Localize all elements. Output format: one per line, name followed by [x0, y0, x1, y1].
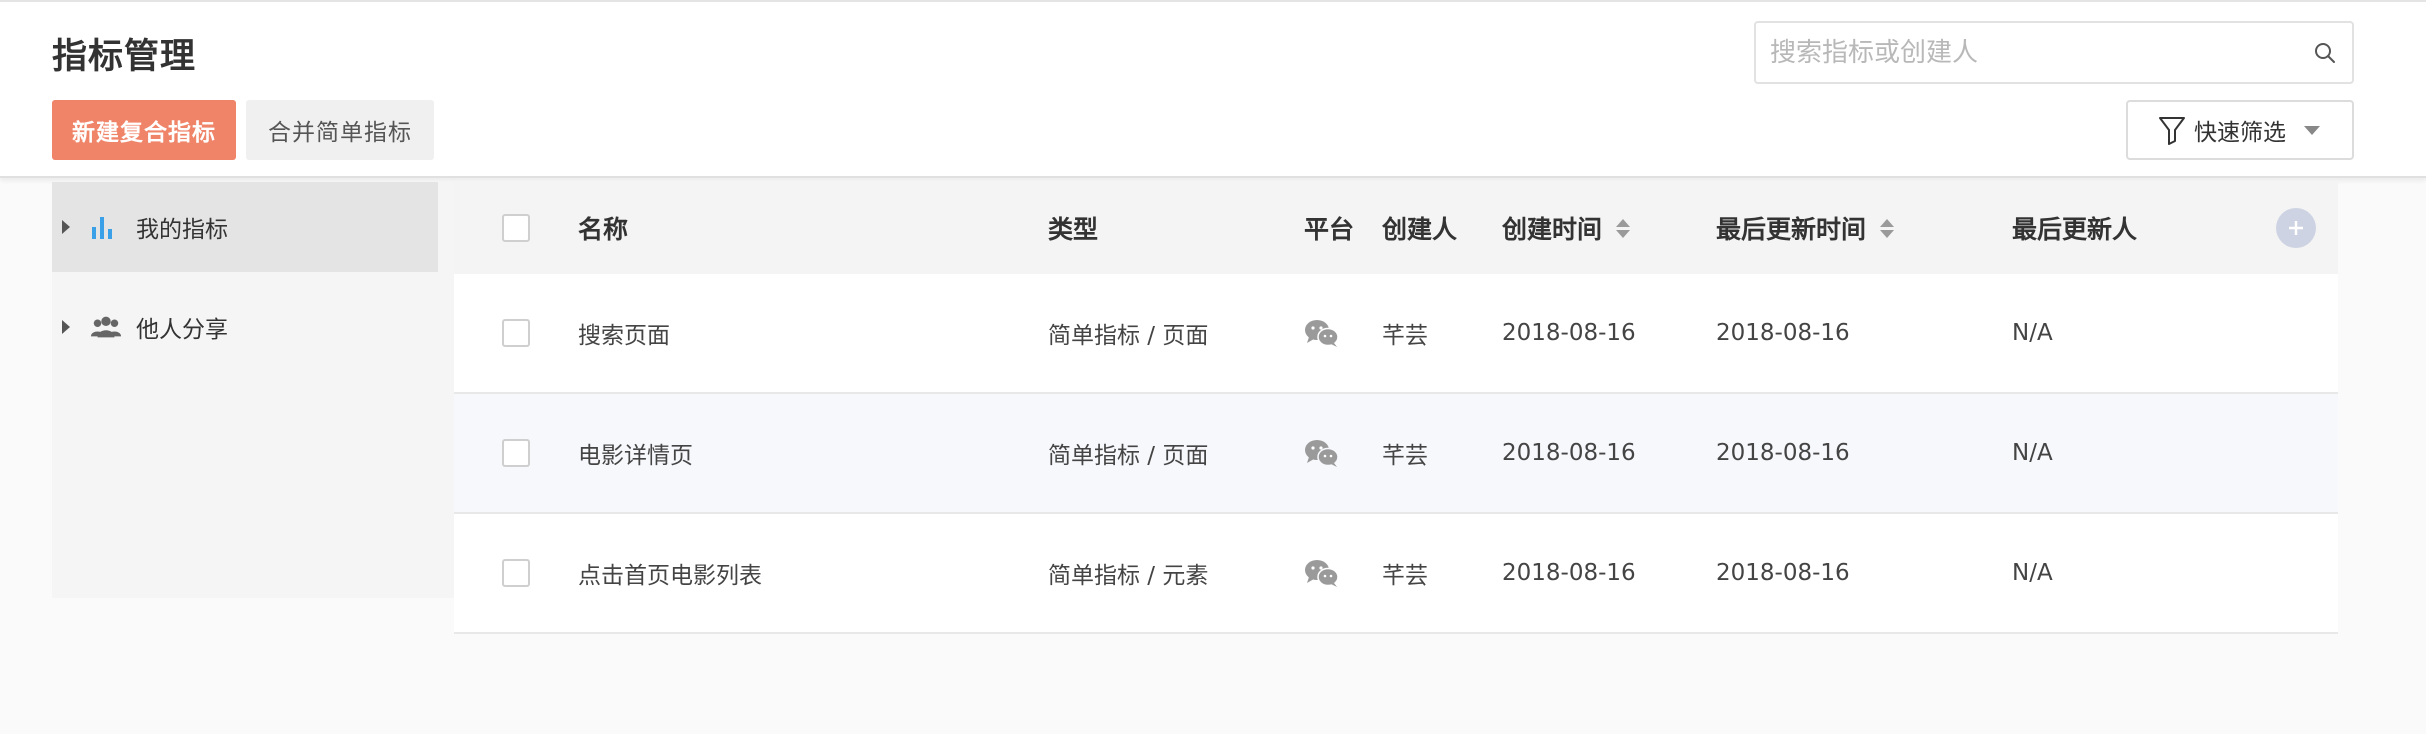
search-input[interactable] [1770, 23, 2290, 82]
merge-simple-metrics-button[interactable]: 合并简单指标 [246, 100, 434, 160]
updated-by: N/A [2012, 440, 2053, 466]
row-checkbox[interactable] [502, 319, 530, 347]
column-header-updated-by: 最后更新人 [2012, 215, 2138, 244]
metric-name[interactable]: 点击首页电影列表 [578, 514, 762, 632]
sidebar-item-label: 我的指标 [136, 217, 228, 243]
updated-at: 2018-08-16 [1716, 320, 1850, 346]
created-at: 2018-08-16 [1502, 560, 1636, 586]
filter-icon [2159, 117, 2185, 145]
caret-right-icon[interactable] [62, 220, 70, 234]
updated-at: 2018-08-16 [1716, 440, 1850, 466]
sidebar-item-my-metrics[interactable]: 我的指标 [52, 182, 438, 272]
column-header-name: 名称 [578, 215, 629, 244]
updated-by: N/A [2012, 320, 2053, 346]
creator: 芊芸 [1382, 323, 1428, 349]
add-column-button[interactable] [2276, 208, 2316, 248]
sidebar-item-shared-by-others[interactable]: 他人分享 [52, 282, 438, 372]
column-header-label: 创建时间 [1502, 215, 1603, 244]
creator: 芊芸 [1382, 563, 1428, 589]
row-checkbox[interactable] [502, 439, 530, 467]
column-header-creator: 创建人 [1382, 215, 1458, 244]
sort-icon[interactable] [1616, 218, 1631, 238]
new-composite-metric-button[interactable]: 新建复合指标 [52, 100, 236, 160]
updated-by: N/A [2012, 560, 2053, 586]
creator: 芊芸 [1382, 443, 1428, 469]
metric-type: 简单指标 / 页面 [1048, 323, 1209, 349]
table-header: 名称 类型 平台 创建人 创建时间 最后更新时间 最后更新人 [454, 182, 2338, 274]
column-header-label: 最后更新时间 [1716, 215, 1867, 244]
updated-at: 2018-08-16 [1716, 560, 1850, 586]
sidebar-item-label: 他人分享 [136, 317, 228, 343]
select-all-checkbox[interactable] [502, 214, 530, 242]
wechat-icon [1304, 394, 1340, 512]
wechat-icon [1304, 514, 1340, 632]
metric-type: 简单指标 / 页面 [1048, 443, 1209, 469]
quick-filter-label: 快速筛选 [2194, 120, 2286, 146]
column-header-platform: 平台 [1304, 215, 1355, 244]
column-header-type: 类型 [1048, 215, 1099, 244]
bar-chart-icon [90, 213, 122, 241]
sort-icon[interactable] [1880, 218, 1895, 238]
metric-name[interactable]: 电影详情页 [578, 394, 693, 512]
row-checkbox[interactable] [502, 559, 530, 587]
page-header: 指标管理 新建复合指标 合并简单指标 快速筛选 [0, 2, 2426, 178]
wechat-icon [1304, 274, 1340, 392]
created-at: 2018-08-16 [1502, 440, 1636, 466]
column-header-created-at[interactable]: 创建时间 [1502, 182, 1631, 274]
sidebar: 我的指标 他人分享 [52, 182, 454, 598]
quick-filter-button[interactable]: 快速筛选 [2126, 100, 2354, 160]
page-title: 指标管理 [52, 37, 197, 77]
metric-name[interactable]: 搜索页面 [578, 274, 670, 392]
metric-type: 简单指标 / 元素 [1048, 563, 1209, 589]
table-row[interactable]: 搜索页面 简单指标 / 页面 芊芸 2018-08-16 2018-08-16 … [454, 274, 2338, 394]
users-icon [90, 313, 122, 341]
caret-right-icon[interactable] [62, 320, 70, 334]
table-row[interactable]: 电影详情页 简单指标 / 页面 芊芸 2018-08-16 2018-08-16… [454, 394, 2338, 514]
column-header-updated-at[interactable]: 最后更新时间 [1716, 182, 1895, 274]
created-at: 2018-08-16 [1502, 320, 1636, 346]
plus-icon [2289, 221, 2303, 235]
chevron-down-icon [2304, 125, 2320, 135]
search-box [1754, 21, 2354, 84]
table-row[interactable]: 点击首页电影列表 简单指标 / 元素 芊芸 2018-08-16 2018-08… [454, 514, 2338, 634]
search-icon[interactable] [2314, 42, 2336, 64]
